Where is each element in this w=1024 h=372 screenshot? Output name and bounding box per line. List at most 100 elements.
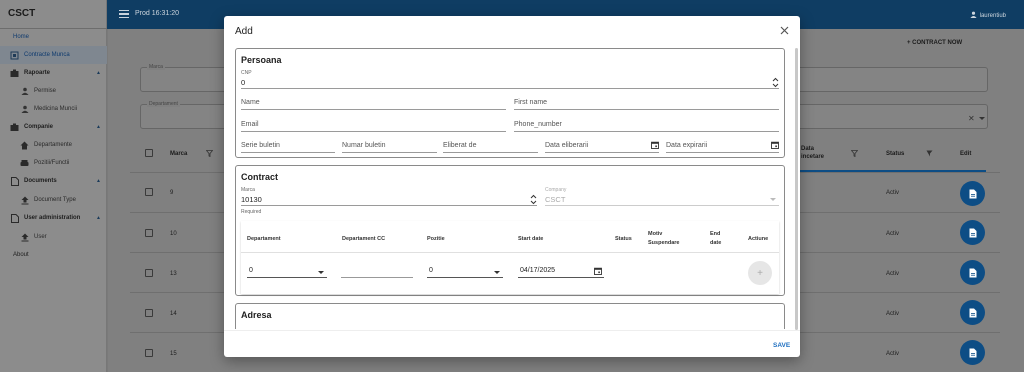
edit-button[interactable]: [960, 181, 985, 206]
select-value: 04/17/2025: [520, 267, 556, 274]
column-header-status[interactable]: Status: [886, 151, 904, 157]
filter-icon[interactable]: [926, 150, 933, 159]
table-divider: [241, 252, 779, 253]
chevron-up-icon: ▲: [96, 215, 101, 221]
section-title: Contract: [241, 172, 279, 182]
data-expirarii-field[interactable]: Data expirarii: [666, 140, 779, 153]
sidebar-item-rapoarte[interactable]: Rapoarte ▲: [0, 64, 107, 82]
persoana-section: Persoana CNP 0 Name First name Email Pho…: [235, 48, 785, 158]
menu-icon[interactable]: [119, 10, 129, 19]
departament-select[interactable]: 0: [247, 266, 327, 278]
add-contract-button[interactable]: + CONTRACT NOW: [907, 40, 962, 46]
sidebar-item-pozitii-functii[interactable]: Pozitii/Functii: [0, 154, 107, 172]
chevron-up-icon: ▲: [96, 124, 101, 130]
sidebar-item-home[interactable]: Home: [0, 28, 107, 46]
chevron-up-icon: ▲: [96, 178, 101, 184]
sidebar-item-about[interactable]: About: [0, 246, 107, 264]
select-value: 0: [429, 267, 433, 274]
data-eliberarii-field[interactable]: Data eliberarii: [545, 140, 659, 153]
marca-field[interactable]: Marca 10130: [241, 187, 537, 207]
name-field[interactable]: Name: [241, 97, 506, 110]
phone-number-field[interactable]: Phone_number: [514, 119, 779, 132]
company-icon: [10, 123, 19, 132]
user-menu[interactable]: laurentiub: [970, 11, 1006, 20]
column-header-status: Status: [615, 236, 632, 242]
row-checkbox[interactable]: [145, 229, 153, 237]
adresa-section: Adresa: [235, 303, 785, 329]
row-checkbox[interactable]: [145, 269, 153, 277]
sidebar-item-label: Document Type: [34, 197, 76, 203]
field-label: Numar buletin: [342, 142, 386, 149]
row-status: Activ: [886, 190, 900, 196]
environment-clock: Prod 16:31:20: [135, 10, 179, 17]
upload-icon: [20, 196, 29, 205]
add-row-button[interactable]: +: [748, 261, 772, 285]
column-header-data-incetare[interactable]: Data incetare: [801, 145, 831, 161]
dialog-scrollbar[interactable]: [795, 48, 798, 330]
close-icon[interactable]: [778, 24, 790, 36]
first-name-field[interactable]: First name: [514, 97, 779, 110]
sidebar-item-permise[interactable]: Permise: [0, 82, 107, 100]
field-label: Data eliberarii: [545, 142, 589, 149]
sidebar-item-documents[interactable]: Documents ▲: [0, 172, 107, 190]
row-checkbox[interactable]: [145, 309, 153, 317]
save-button[interactable]: SAVE: [773, 342, 790, 349]
section-title: Persoana: [241, 55, 282, 65]
column-header-motiv-suspendare: Motiv Suspendare: [648, 231, 680, 246]
field-label: Serie buletin: [241, 142, 280, 149]
username: laurentiub: [979, 12, 1006, 19]
sidebar-item-contracte-munca[interactable]: Contracte Munca: [0, 46, 107, 64]
sidebar-item-label: User: [34, 234, 47, 240]
row-checkbox[interactable]: [145, 188, 153, 196]
select-all-checkbox[interactable]: [145, 149, 153, 157]
eliberat-de-field[interactable]: Eliberat de: [443, 140, 538, 153]
sidebar-item-label: Medicina Muncii: [34, 106, 78, 112]
dialog-footer-divider: [224, 330, 800, 331]
column-header-marca[interactable]: Marca: [170, 151, 187, 157]
numar-buletin-field[interactable]: Numar buletin: [342, 140, 437, 153]
edit-button[interactable]: [960, 340, 985, 365]
sidebar-item-label: Home: [13, 34, 30, 40]
sidebar-item-user[interactable]: User: [0, 228, 107, 246]
sidebar-item-departamente[interactable]: Departamente: [0, 136, 107, 154]
dropdown-arrow-icon[interactable]: [979, 117, 985, 120]
sidebar-item-label: Departamente: [34, 142, 73, 148]
dropdown-arrow-icon: [770, 198, 776, 201]
sidebar-item-user-administration[interactable]: User administration ▲: [0, 209, 107, 227]
sidebar-item-medicina-muncii[interactable]: Medicina Muncii: [0, 100, 107, 118]
column-header-edit: Edit: [960, 151, 972, 157]
column-header-start-date: Start date: [518, 236, 544, 242]
start-date-field[interactable]: 04/17/2025: [518, 266, 604, 278]
edit-button[interactable]: [960, 220, 985, 245]
serie-buletin-field[interactable]: Serie buletin: [241, 140, 335, 153]
edit-button[interactable]: [960, 260, 985, 285]
departament-cc-field[interactable]: [341, 266, 413, 278]
sidebar: CSCT Home Contracte Munca Rapoarte ▲ Per…: [0, 0, 107, 372]
seat-icon: [20, 159, 29, 168]
filter-icon[interactable]: [850, 150, 859, 159]
helper-text: Required: [241, 209, 262, 215]
column-header-departament: Departament: [247, 236, 281, 242]
person-icon: [20, 87, 29, 96]
calendar-icon[interactable]: [594, 267, 602, 277]
calendar-icon[interactable]: [651, 141, 659, 151]
filter-icon[interactable]: [205, 150, 214, 159]
stepper-icon[interactable]: [772, 77, 779, 90]
column-header-pozitie: Pozitie: [427, 236, 445, 242]
email-field[interactable]: Email: [241, 119, 506, 132]
field-value: 0: [241, 78, 246, 87]
sidebar-item-document-type[interactable]: Document Type: [0, 191, 107, 209]
clear-icon[interactable]: ✕: [968, 114, 975, 123]
calendar-icon[interactable]: [771, 141, 779, 151]
row-checkbox[interactable]: [145, 349, 153, 357]
cnp-field[interactable]: CNP 0: [241, 70, 779, 90]
add-dialog: Add Persoana CNP 0 Name First name Email…: [224, 16, 800, 357]
row-marca: 10: [170, 231, 177, 237]
pozitie-select[interactable]: 0: [427, 266, 503, 278]
person-icon: [20, 105, 29, 114]
field-label: Phone_number: [514, 121, 562, 128]
stepper-icon[interactable]: [530, 194, 537, 207]
sidebar-item-companie[interactable]: Companie ▲: [0, 118, 107, 136]
edit-button[interactable]: [960, 300, 985, 325]
sidebar-item-label: Companie: [24, 124, 54, 130]
